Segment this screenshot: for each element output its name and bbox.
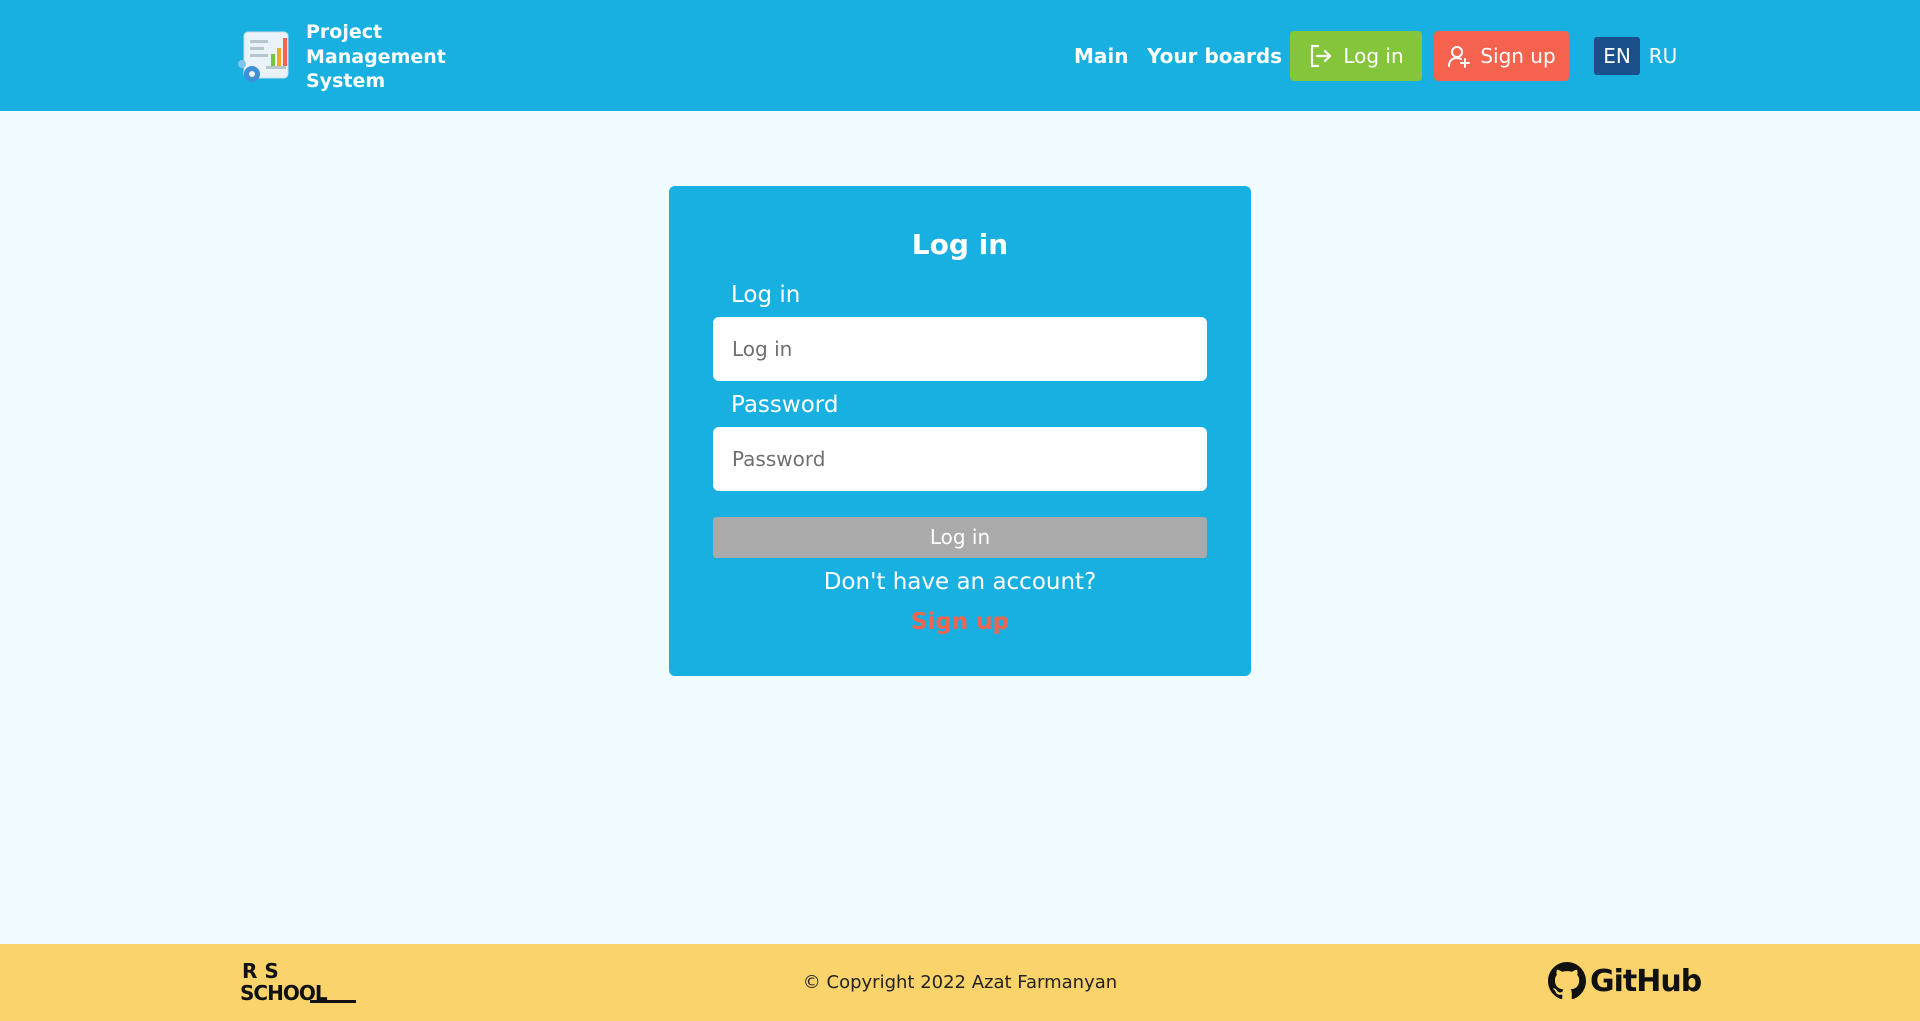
lang-en-toggle[interactable]: EN (1594, 37, 1640, 75)
lang-ru-toggle[interactable]: RU (1645, 37, 1681, 75)
github-icon (1548, 962, 1586, 1000)
login-submit-button[interactable]: Log in (713, 517, 1207, 558)
add-user-icon (1448, 46, 1471, 68)
footer: R S SCHOOL © Copyright 2022 Azat Farmany… (0, 944, 1920, 1021)
login-card: Log in Log in Password Log in Don't have… (669, 186, 1251, 676)
login-input[interactable] (713, 317, 1207, 381)
top-nav: Main Your boards Log in Sign up EN RU (0, 31, 1920, 81)
header: Project Management System Main Your boar… (0, 0, 1920, 111)
header-login-button[interactable]: Log in (1290, 31, 1422, 81)
header-signup-button[interactable]: Sign up (1434, 31, 1569, 81)
login-icon (1311, 44, 1332, 68)
login-label: Log in (731, 282, 801, 308)
signup-link[interactable]: Sign up (669, 609, 1251, 635)
nav-main-link[interactable]: Main (1074, 31, 1129, 81)
no-account-text: Don't have an account? (823, 569, 1097, 595)
password-label: Password (731, 392, 839, 418)
password-input[interactable] (713, 427, 1207, 491)
github-label: GitHub (1590, 963, 1702, 999)
header-login-label: Log in (1343, 44, 1404, 68)
header-signup-label: Sign up (1480, 44, 1556, 68)
login-title: Log in (911, 228, 1009, 261)
github-link[interactable]: GitHub (1548, 962, 1702, 1000)
nav-boards-link[interactable]: Your boards (1147, 31, 1282, 81)
